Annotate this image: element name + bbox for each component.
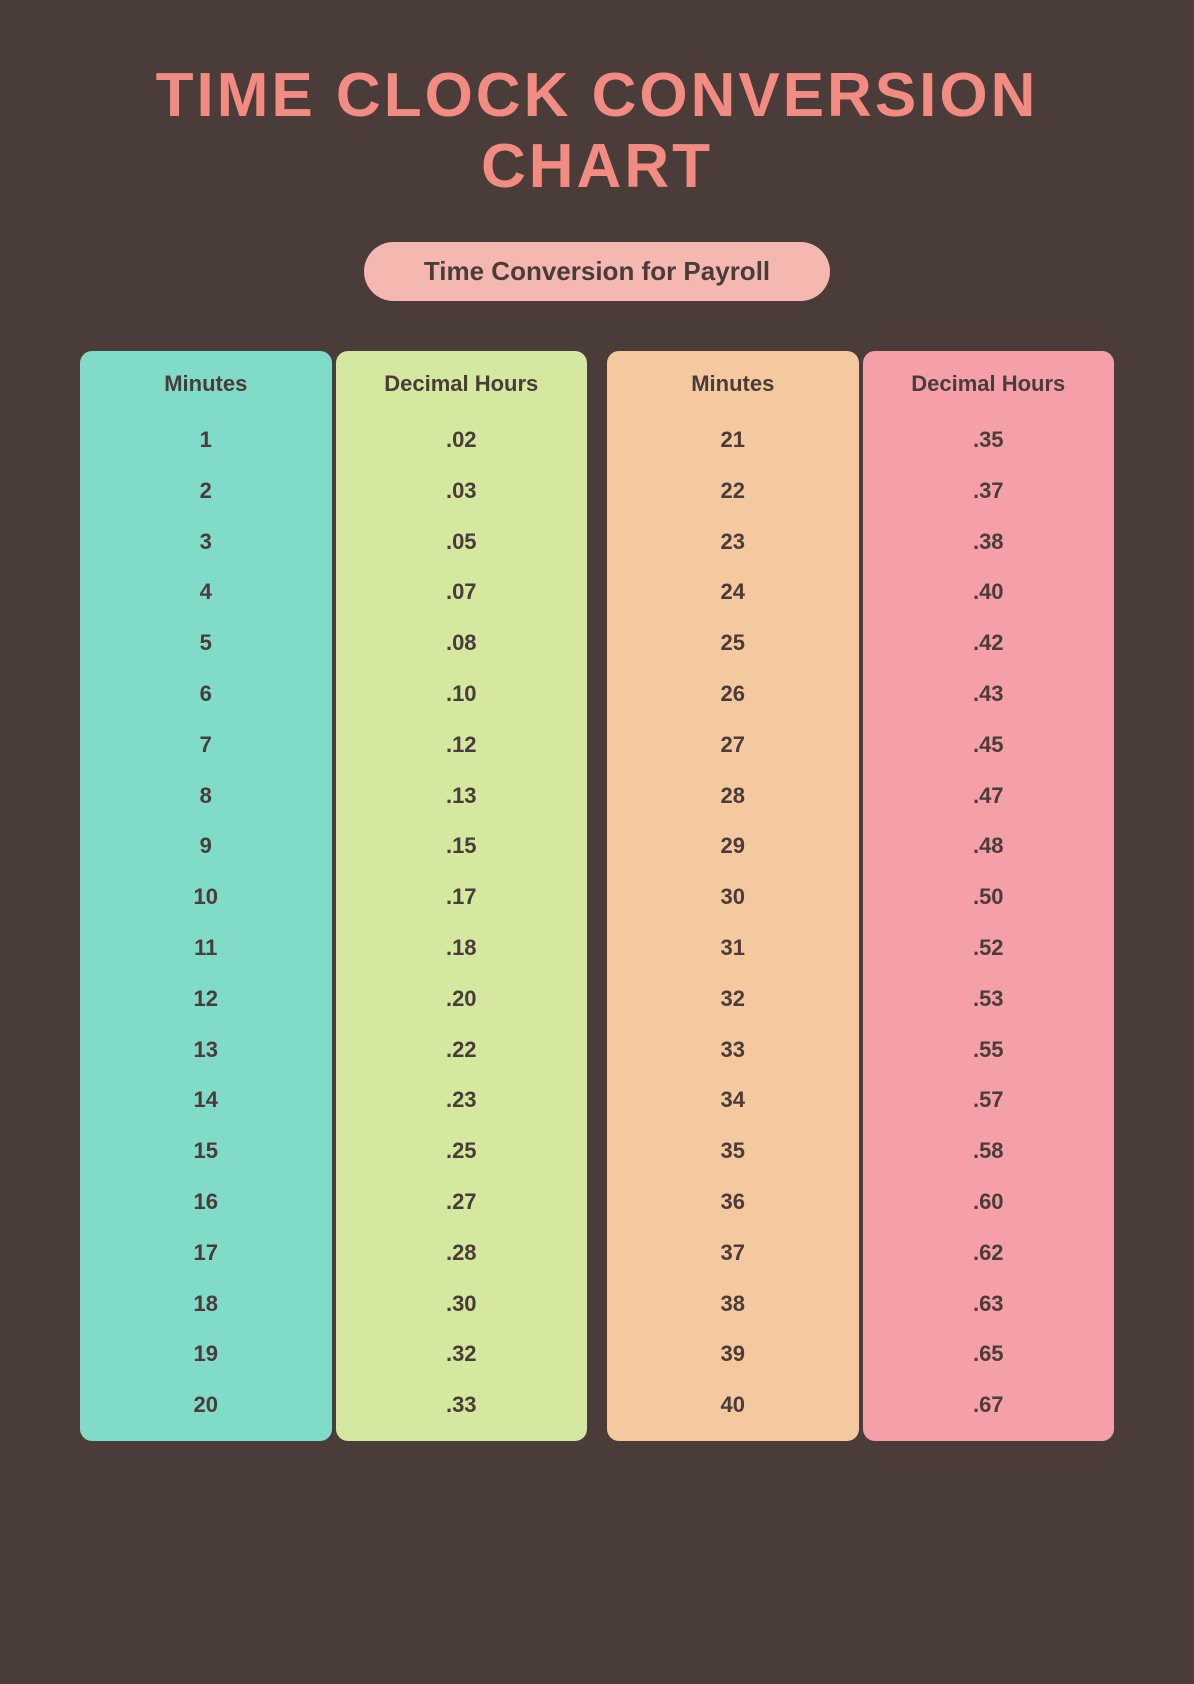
table-row: 18 <box>80 1279 332 1330</box>
table-row: 22 <box>607 466 859 517</box>
table-row: 3 <box>80 517 332 568</box>
table-row: 40 <box>607 1380 859 1441</box>
col-decimal-2: Decimal Hours .35.37.38.40.42.43.45.47.4… <box>863 351 1115 1441</box>
table-row: 37 <box>607 1228 859 1279</box>
table-row: .55 <box>863 1025 1115 1076</box>
col2-header: Decimal Hours <box>336 351 588 415</box>
page-title: TIME CLOCK CONVERSION CHART <box>80 60 1114 202</box>
col-decimal-1: Decimal Hours .02.03.05.07.08.10.12.13.1… <box>336 351 588 1441</box>
table-row: 17 <box>80 1228 332 1279</box>
table-row: 27 <box>607 720 859 771</box>
table-row: 24 <box>607 567 859 618</box>
table-row: .62 <box>863 1228 1115 1279</box>
table-row: 33 <box>607 1025 859 1076</box>
table-row: .57 <box>863 1075 1115 1126</box>
table-row: .15 <box>336 821 588 872</box>
table-row: .10 <box>336 669 588 720</box>
table-row: 13 <box>80 1025 332 1076</box>
table-row: 28 <box>607 771 859 822</box>
subtitle-badge: Time Conversion for Payroll <box>364 242 830 301</box>
table-row: 35 <box>607 1126 859 1177</box>
table-row: .52 <box>863 923 1115 974</box>
col4-header: Decimal Hours <box>863 351 1115 415</box>
table-row: .08 <box>336 618 588 669</box>
table-row: 9 <box>80 821 332 872</box>
left-col-group: Minutes 1234567891011121314151617181920 … <box>80 351 587 1441</box>
table-row: .60 <box>863 1177 1115 1228</box>
table-row: 23 <box>607 517 859 568</box>
table-row: 6 <box>80 669 332 720</box>
table-row: .27 <box>336 1177 588 1228</box>
table-row: .53 <box>863 974 1115 1025</box>
table-row: 10 <box>80 872 332 923</box>
table-row: .45 <box>863 720 1115 771</box>
table-row: 19 <box>80 1329 332 1380</box>
table-row: .07 <box>336 567 588 618</box>
table-row: 1 <box>80 415 332 466</box>
table-row: 20 <box>80 1380 332 1441</box>
col-minutes-1: Minutes 1234567891011121314151617181920 <box>80 351 332 1441</box>
table-row: 39 <box>607 1329 859 1380</box>
table-row: .43 <box>863 669 1115 720</box>
table-row: .23 <box>336 1075 588 1126</box>
table-row: 16 <box>80 1177 332 1228</box>
col3-header: Minutes <box>607 351 859 415</box>
table-row: .28 <box>336 1228 588 1279</box>
table-row: 36 <box>607 1177 859 1228</box>
right-col-group: Minutes 21222324252627282930313233343536… <box>607 351 1114 1441</box>
table-row: 34 <box>607 1075 859 1126</box>
table-row: .42 <box>863 618 1115 669</box>
table-row: .63 <box>863 1279 1115 1330</box>
table-row: .65 <box>863 1329 1115 1380</box>
table-row: 7 <box>80 720 332 771</box>
col-minutes-2: Minutes 21222324252627282930313233343536… <box>607 351 859 1441</box>
table-row: .18 <box>336 923 588 974</box>
table-row: .48 <box>863 821 1115 872</box>
table-row: 4 <box>80 567 332 618</box>
table-row: .38 <box>863 517 1115 568</box>
table-row: .20 <box>336 974 588 1025</box>
conversion-table: Minutes 1234567891011121314151617181920 … <box>80 351 1114 1441</box>
table-row: .25 <box>336 1126 588 1177</box>
table-row: .67 <box>863 1380 1115 1441</box>
table-row: .37 <box>863 466 1115 517</box>
table-row: 2 <box>80 466 332 517</box>
table-row: 11 <box>80 923 332 974</box>
table-row: .35 <box>863 415 1115 466</box>
table-row: .33 <box>336 1380 588 1441</box>
table-row: 29 <box>607 821 859 872</box>
table-row: .22 <box>336 1025 588 1076</box>
table-row: 31 <box>607 923 859 974</box>
table-row: 5 <box>80 618 332 669</box>
table-row: 15 <box>80 1126 332 1177</box>
table-row: .17 <box>336 872 588 923</box>
table-row: 25 <box>607 618 859 669</box>
table-row: 14 <box>80 1075 332 1126</box>
table-row: 30 <box>607 872 859 923</box>
table-row: .40 <box>863 567 1115 618</box>
table-row: 32 <box>607 974 859 1025</box>
table-row: 21 <box>607 415 859 466</box>
table-row: 8 <box>80 771 332 822</box>
table-row: .12 <box>336 720 588 771</box>
table-row: .13 <box>336 771 588 822</box>
table-row: .58 <box>863 1126 1115 1177</box>
table-row: 38 <box>607 1279 859 1330</box>
table-row: .47 <box>863 771 1115 822</box>
col1-header: Minutes <box>80 351 332 415</box>
table-row: .30 <box>336 1279 588 1330</box>
table-row: .05 <box>336 517 588 568</box>
table-row: 12 <box>80 974 332 1025</box>
table-row: .03 <box>336 466 588 517</box>
subtitle-text: Time Conversion for Payroll <box>424 256 770 286</box>
table-row: .50 <box>863 872 1115 923</box>
table-row: .32 <box>336 1329 588 1380</box>
table-row: 26 <box>607 669 859 720</box>
table-row: .02 <box>336 415 588 466</box>
